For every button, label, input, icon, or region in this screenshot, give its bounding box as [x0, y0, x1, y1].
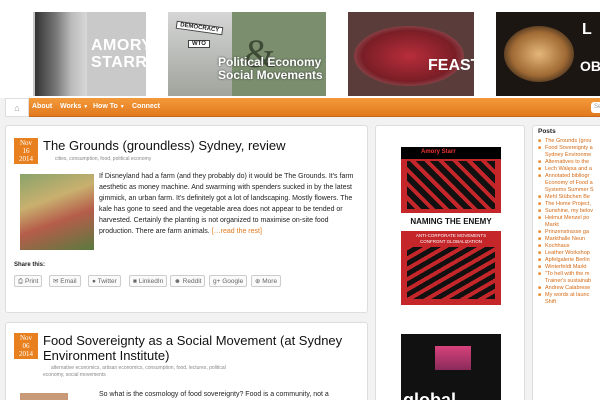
search-input[interactable]: Se [591, 102, 600, 113]
linkedin-icon: ■ [133, 278, 137, 285]
sidebar-post-link[interactable]: Alternatives to the [538, 159, 600, 166]
post-card-2: Nov 06 2014 Food Sovereignty as a Social… [5, 322, 368, 400]
sidebar-title: Posts [538, 128, 556, 135]
book-cover-naming-the-enemy[interactable]: Amory Starr NAMING THE ENEMY ANTI-CORPOR… [401, 147, 501, 305]
post-date-badge: Nov 16 2014 [14, 138, 38, 164]
post-meta-tags[interactable]: alternative economics, artisan economics… [43, 365, 226, 379]
food-plate-image [354, 26, 464, 86]
reddit-icon: ☻ [174, 278, 181, 285]
sidebar-post-link[interactable]: Systems Summer S [538, 187, 600, 194]
sidebar-post-link[interactable]: Mehl Stübchen Be [538, 194, 600, 201]
banner-tile-amory-starr[interactable]: AMORY STARR [33, 12, 146, 96]
sidebar-post-link[interactable]: The Home Project, [538, 201, 600, 208]
sidebar-post-link[interactable]: Apfelgalerie Berlin [538, 257, 600, 264]
sidebar-post-link[interactable]: Shift [538, 299, 600, 306]
sidebar-posts-list: The Grounds (grouFood Sovereignty aSydne… [538, 138, 600, 306]
share-print-button[interactable]: ⎙ Print [14, 275, 43, 287]
post-title[interactable]: The Grounds (groundless) Sydney, review [43, 138, 286, 153]
share-more-button[interactable]: ⊕ More [251, 275, 282, 287]
read-more-link[interactable]: […read the rest] [212, 228, 262, 235]
sidebar-post-link[interactable]: The Grounds (grou [538, 138, 600, 145]
print-icon: ⎙ [18, 278, 24, 285]
book-cover-photo [435, 346, 471, 370]
post-excerpt: So what is the cosmology of food soverei… [99, 391, 329, 398]
post-title[interactable]: Food Sovereignty as a Social Movement (a… [43, 333, 363, 363]
nav-item-about[interactable]: About [32, 103, 52, 110]
book-cover-global[interactable]: global [401, 334, 501, 400]
share-reddit-button[interactable]: ☻ Reddit [170, 275, 206, 287]
sidebar-post-link[interactable]: Sydney Environme [538, 152, 600, 159]
sidebar-post-link[interactable]: Economy of Food a [538, 180, 600, 187]
post-thumbnail[interactable] [20, 174, 94, 250]
sidebar-post-link[interactable]: Andrew Calabrese [538, 285, 600, 292]
post-thumbnail[interactable] [20, 393, 68, 400]
share-google-button[interactable]: g+ Google [209, 275, 248, 287]
main-nav: ⌂ About Works ▼ How To ▼ Connect Se [5, 98, 600, 117]
books-widget: Amory Starr NAMING THE ENEMY ANTI-CORPOR… [375, 125, 525, 400]
home-icon[interactable]: ⌂ [5, 98, 29, 117]
share-email-button[interactable]: ✉ Email [49, 275, 81, 287]
book-author: Amory Starr [421, 149, 456, 155]
banner-caption-4-top: L [582, 21, 592, 38]
post-card-1: Nov 16 2014 The Grounds (groundless) Syd… [5, 125, 368, 313]
email-icon: ✉ [53, 278, 59, 285]
book-title: NAMING THE ENEMY [401, 213, 501, 231]
google-plus-icon: g+ [213, 278, 221, 285]
post-date-badge: Nov 06 2014 [14, 333, 38, 359]
nav-item-connect[interactable]: Connect [132, 103, 160, 110]
book-cover-art [407, 161, 495, 209]
sidebar-post-link[interactable]: "To hell with the m [538, 271, 600, 278]
share-label: Share this: [14, 262, 46, 268]
nav-item-how-to[interactable]: How To ▼ [93, 103, 125, 110]
banner-tile-objects[interactable]: L OB. [496, 12, 600, 96]
banner-caption-4-bottom: OB. [580, 58, 600, 74]
sidebar-post-link[interactable]: Helmut Menzel po [538, 215, 600, 222]
sidebar-post-link[interactable]: Winterfeldt Markt [538, 264, 600, 271]
banner-caption-3: FEAST [428, 57, 474, 74]
sidebar-post-link[interactable]: Prinzenstrasse ga [538, 229, 600, 236]
sidebar-post-link[interactable]: Markt [538, 222, 600, 229]
header-banner: AMORY STARR DEMOCRACY WTO & Political Ec… [0, 0, 600, 98]
sidebar-post-link[interactable]: Annotated bibliogr [538, 173, 600, 180]
book-subtitle: ANTI-CORPORATE MOVEMENTS CONFRONT GLOBAL… [415, 233, 487, 244]
sidebar-post-link[interactable]: Lech Walęsa and a [538, 166, 600, 173]
banner-caption-2: Political Economy Social Movements [218, 55, 323, 82]
sidebar-post-link[interactable]: Kochhaus [538, 243, 600, 250]
sidebar-post-link[interactable]: Sunshine, my belov [538, 208, 600, 215]
share-twitter-button[interactable]: ● Twitter [88, 275, 121, 287]
sign-wto: WTO [188, 40, 210, 48]
nav-item-works[interactable]: Works ▼ [60, 103, 88, 110]
sidebar-post-link[interactable]: Trainer's sustainab [538, 278, 600, 285]
twitter-icon: ● [92, 278, 96, 285]
banner-caption-1: AMORY STARR [91, 37, 146, 71]
sidebar-post-link[interactable]: Food Sovereignty a [538, 145, 600, 152]
portrait-image [35, 12, 87, 96]
bowls-image [504, 26, 574, 82]
post-meta-tags[interactable]: cities, consumption, food, political eco… [55, 156, 151, 162]
banner-tile-political-economy[interactable]: DEMOCRACY WTO & Political Economy Social… [168, 12, 326, 96]
chevron-down-icon: ▼ [119, 104, 125, 110]
post-excerpt: If Disneyland had a farm (and they proba… [99, 173, 354, 235]
banner-tile-feast[interactable]: FEAST [348, 12, 474, 96]
chevron-down-icon: ▼ [83, 104, 89, 110]
book-cover-art-lower [407, 247, 495, 299]
sidebar-post-link[interactable]: Leather Workshop [538, 250, 600, 257]
sidebar-post-link[interactable]: My words at launc [538, 292, 600, 299]
share-linkedin-button[interactable]: ■ LinkedIn [129, 275, 168, 287]
book-title: global [403, 390, 456, 400]
sidebar-post-link[interactable]: Markthalle Neun [538, 236, 600, 243]
more-icon: ⊕ [255, 278, 261, 285]
